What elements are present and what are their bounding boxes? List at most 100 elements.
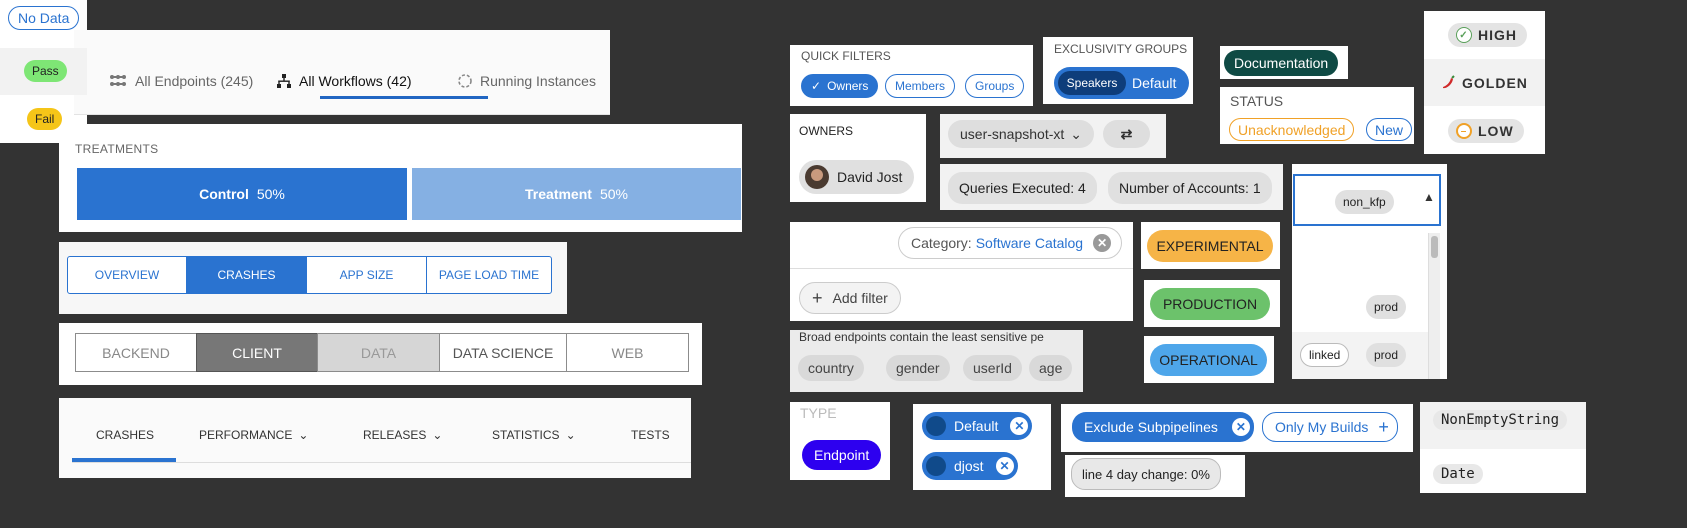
snapshot-card: user-snapshot-xt ⌄ ⇄ bbox=[940, 114, 1166, 158]
seg-client[interactable]: CLIENT bbox=[196, 333, 318, 372]
chili-pepper-icon bbox=[1443, 75, 1455, 89]
menu-tab-performance[interactable]: PERFORMANCE ⌄ bbox=[199, 420, 308, 450]
exclusivity-selected: Speakers bbox=[1058, 71, 1126, 95]
priority-golden[interactable]: GOLDEN bbox=[1432, 71, 1538, 95]
caret-up-icon: ▲ bbox=[1423, 190, 1435, 204]
menu-tab-tests[interactable]: TESTS bbox=[631, 420, 670, 450]
close-icon[interactable]: ✕ bbox=[1231, 418, 1250, 436]
field-chip[interactable]: userId bbox=[963, 355, 1022, 381]
field-chip[interactable]: country bbox=[798, 355, 864, 381]
exclusivity-toggle[interactable]: Speakers Default bbox=[1054, 67, 1189, 99]
option-chip[interactable]: prod bbox=[1366, 295, 1407, 319]
menu-tab-label: STATISTICS bbox=[492, 428, 560, 442]
priority-low[interactable]: – LOW bbox=[1448, 119, 1524, 143]
line-change-card: line 4 day change: 0% bbox=[1065, 455, 1245, 497]
treatments-label: TREATMENTS bbox=[75, 142, 159, 156]
tab-all-endpoints[interactable]: All Endpoints (245) bbox=[110, 66, 253, 96]
user-avatar-icon bbox=[926, 456, 946, 476]
btn-page-load-time[interactable]: PAGE LOAD TIME bbox=[426, 256, 552, 294]
value-type-chip: Date bbox=[1433, 464, 1483, 484]
option-chip[interactable]: prod bbox=[1366, 343, 1407, 367]
env-experimental[interactable]: EXPERIMENTAL bbox=[1147, 230, 1273, 262]
priority-row: GOLDEN bbox=[1424, 59, 1545, 106]
owners-card: OWNERS David Jost bbox=[790, 114, 926, 202]
pipeline-chip-default[interactable]: Default ✕ bbox=[922, 412, 1033, 440]
swap-arrows-icon: ⇄ bbox=[1120, 125, 1133, 142]
field-chip[interactable]: age bbox=[1029, 355, 1073, 381]
priority-high[interactable]: ✓ HIGH bbox=[1448, 23, 1527, 47]
segment-treatment[interactable]: Treatment 50% bbox=[412, 168, 741, 220]
result-no-data[interactable]: No Data bbox=[8, 6, 80, 30]
platform-segmented-card: BACKEND CLIENT DATA DATA SCIENCE WEB bbox=[59, 323, 702, 385]
tab-label: Running Instances bbox=[480, 73, 596, 89]
segment-percent: 50% bbox=[256, 186, 285, 202]
status-unacknowledged[interactable]: Unacknowledged bbox=[1229, 118, 1355, 141]
env-operational[interactable]: OPERATIONAL bbox=[1150, 344, 1267, 376]
menu-tab-crashes[interactable]: CRASHES bbox=[96, 420, 154, 450]
snapshot-select[interactable]: user-snapshot-xt ⌄ bbox=[948, 120, 1095, 148]
result-row: Pass bbox=[0, 48, 87, 95]
owner-chip[interactable]: David Jost bbox=[799, 160, 915, 194]
add-filter-label: Add filter bbox=[832, 290, 888, 306]
tab-running-instances[interactable]: Running Instances bbox=[457, 66, 596, 96]
option-chip[interactable]: linked bbox=[1300, 343, 1350, 367]
btn-app-size[interactable]: APP SIZE bbox=[306, 256, 427, 294]
menu-tab-statistics[interactable]: STATISTICS ⌄ bbox=[492, 420, 576, 450]
tab-all-workflows[interactable]: All Workflows (42) bbox=[276, 66, 412, 96]
owners-label: OWNERS bbox=[799, 124, 853, 138]
documentation-badge[interactable]: Documentation bbox=[1224, 50, 1339, 76]
check-circle-icon: ✓ bbox=[1456, 27, 1472, 43]
exclude-subpipelines-chip[interactable]: Exclude Subpipelines ✕ bbox=[1072, 412, 1254, 442]
tabs-divider bbox=[72, 462, 691, 463]
tabs-bar: All Endpoints (245) All Workflows (42) R… bbox=[74, 30, 610, 115]
treatments-card: TREATMENTS Control 50% Treatment 50% bbox=[59, 124, 742, 232]
chevron-down-icon: ⌄ bbox=[298, 428, 309, 442]
result-pass[interactable]: Pass bbox=[24, 60, 67, 82]
menu-tabs-card: CRASHES PERFORMANCE ⌄ RELEASES ⌄ STATISTIC… bbox=[59, 398, 691, 478]
seg-data[interactable]: DATA bbox=[317, 333, 440, 372]
category-filter-chip[interactable]: Category: Software Catalog ✕ bbox=[898, 227, 1123, 259]
endpoints-icon bbox=[110, 75, 126, 86]
plus-icon: + bbox=[812, 287, 823, 308]
swap-button[interactable]: ⇄ bbox=[1103, 120, 1150, 148]
add-filter-button[interactable]: + Add filter bbox=[799, 282, 901, 314]
avatar bbox=[805, 165, 829, 189]
only-my-builds-chip[interactable]: Only My Builds + bbox=[1262, 412, 1398, 442]
value-types-card: NonEmptyString Date bbox=[1420, 402, 1586, 493]
seg-data-science[interactable]: DATA SCIENCE bbox=[439, 333, 567, 372]
status-card: STATUS Unacknowledged New bbox=[1220, 87, 1414, 144]
accounts-chip: Number of Accounts: 1 bbox=[1108, 172, 1272, 204]
broad-endpoints-card: Broad endpoints contain the least sensit… bbox=[790, 330, 1083, 392]
chip-members[interactable]: Members bbox=[885, 74, 956, 98]
snapshot-label: user-snapshot-xt bbox=[960, 126, 1065, 142]
seg-web[interactable]: WEB bbox=[566, 333, 689, 372]
btn-crashes[interactable]: CRASHES bbox=[186, 256, 307, 294]
segment-control[interactable]: Control 50% bbox=[77, 168, 407, 220]
segment-percent: 50% bbox=[599, 186, 628, 202]
result-fail[interactable]: Fail bbox=[27, 108, 63, 130]
field-chip[interactable]: gender bbox=[886, 355, 950, 381]
type-endpoint-chip[interactable]: Endpoint bbox=[802, 440, 882, 470]
env-production[interactable]: PRODUCTION bbox=[1150, 288, 1270, 320]
env-card: OPERATIONAL bbox=[1144, 336, 1274, 383]
close-icon[interactable]: ✕ bbox=[1093, 234, 1112, 252]
dropdown-field[interactable]: non_kfp ▲ bbox=[1293, 174, 1441, 226]
scrollbar-thumb[interactable] bbox=[1431, 236, 1438, 258]
tab-label: All Endpoints (245) bbox=[135, 73, 254, 89]
chip-owners[interactable]: ✓ Owners bbox=[801, 74, 879, 98]
category-filter-card: Category: Software Catalog ✕ + Add filte… bbox=[790, 222, 1133, 321]
dropdown-scrollbar[interactable] bbox=[1428, 233, 1440, 379]
close-icon[interactable]: ✕ bbox=[995, 457, 1014, 475]
priority-card: ✓ HIGH GOLDEN – LOW bbox=[1424, 11, 1545, 154]
pipeline-chip-djost[interactable]: djost ✕ bbox=[922, 452, 1018, 480]
menu-tab-releases[interactable]: RELEASES ⌄ bbox=[363, 420, 442, 450]
priority-row: ✓ HIGH bbox=[1424, 11, 1545, 58]
chip-groups[interactable]: Groups bbox=[965, 74, 1025, 98]
check-icon: ✓ bbox=[811, 79, 822, 93]
close-icon[interactable]: ✕ bbox=[1010, 417, 1029, 435]
line-change-chip: line 4 day change: 0% bbox=[1071, 458, 1221, 490]
btn-overview[interactable]: OVERVIEW bbox=[67, 256, 187, 294]
status-new[interactable]: New bbox=[1366, 118, 1413, 141]
status-label: STATUS bbox=[1230, 93, 1284, 109]
seg-backend[interactable]: BACKEND bbox=[75, 333, 197, 372]
